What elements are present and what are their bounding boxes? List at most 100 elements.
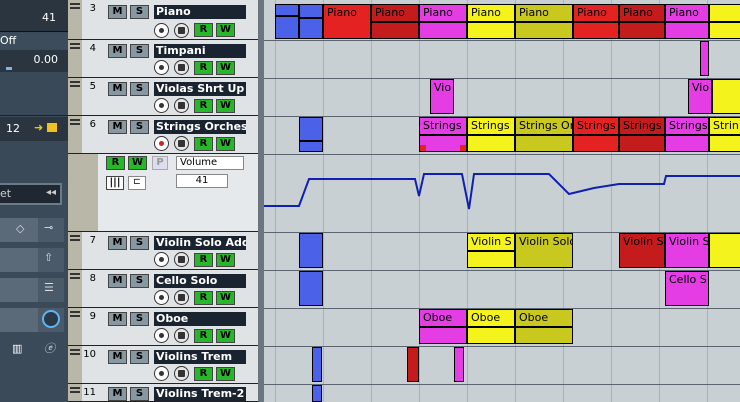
midi-part[interactable] <box>407 347 419 382</box>
track-color-bar[interactable] <box>68 232 82 269</box>
track-handle-icon[interactable] <box>70 119 80 125</box>
inspector-transpose-row[interactable]: 12 ➜ <box>0 117 68 141</box>
midi-part[interactable]: Violin S <box>619 233 665 268</box>
inspector-off-row[interactable]: Off <box>0 33 68 49</box>
record-enable-icon[interactable] <box>154 366 169 381</box>
track-name[interactable]: Violins Trem-2 <box>154 387 246 401</box>
mute-button[interactable]: M <box>108 5 127 19</box>
record-enable-icon[interactable] <box>154 60 169 75</box>
midi-part[interactable]: Piano <box>467 4 515 39</box>
midi-part[interactable]: Oboe <box>515 309 573 344</box>
midi-part[interactable] <box>299 271 323 306</box>
read-button[interactable]: R <box>194 329 213 343</box>
midi-part[interactable] <box>454 347 464 382</box>
monitor-icon[interactable] <box>174 328 189 343</box>
midi-part[interactable] <box>312 385 322 402</box>
track-row[interactable]: 3 M S Piano R W <box>68 0 260 40</box>
track-handle-icon[interactable] <box>70 235 80 241</box>
midi-part[interactable] <box>299 233 323 268</box>
midi-part[interactable] <box>312 347 322 382</box>
mute-button[interactable]: M <box>108 44 127 58</box>
write-button[interactable]: W <box>216 253 235 267</box>
midi-part[interactable]: Violin S <box>467 233 515 268</box>
track-name[interactable]: Timpani <box>154 44 246 58</box>
automation-show-icon[interactable]: ||| <box>106 176 124 190</box>
solo-button[interactable]: S <box>130 5 149 19</box>
solo-button[interactable]: S <box>130 274 149 288</box>
midi-part[interactable]: Vio <box>688 79 712 114</box>
track-color-bar[interactable] <box>68 346 82 383</box>
track-handle-icon[interactable] <box>70 81 80 87</box>
inspector-section-4-btn[interactable] <box>38 308 64 332</box>
track-handle-icon[interactable] <box>70 273 80 279</box>
automation-param-select[interactable]: Volume <box>176 156 244 170</box>
midi-part[interactable]: Strings <box>665 117 709 152</box>
midi-part[interactable] <box>709 4 740 39</box>
midi-part[interactable]: Piano <box>619 4 665 39</box>
track-color-bar[interactable] <box>68 270 82 307</box>
record-enable-icon[interactable] <box>154 328 169 343</box>
arrow-right-icon[interactable]: ➜ <box>34 121 43 134</box>
monitor-icon[interactable] <box>174 366 189 381</box>
inspector-preset-field[interactable]: et ◂◂ <box>0 183 62 205</box>
track-name[interactable]: Violas Shrt Up Dr <box>154 82 246 96</box>
track-name[interactable]: Strings Orchestr <box>154 120 246 134</box>
inspector-section-2-btn[interactable]: ⇧ <box>38 248 64 272</box>
volume-automation-line[interactable] <box>264 173 740 210</box>
midi-part[interactable]: Piano <box>419 4 467 39</box>
record-enable-icon[interactable] <box>154 136 169 151</box>
midi-part[interactable]: Violin S <box>665 233 709 268</box>
inspector-section-5-btn[interactable]: ⓔ <box>38 338 64 362</box>
mute-button[interactable]: M <box>108 82 127 96</box>
record-enable-icon[interactable] <box>154 252 169 267</box>
inspector-section-2[interactable] <box>0 248 38 272</box>
write-button[interactable]: W <box>216 367 235 381</box>
automation-value-field[interactable]: 41 <box>176 174 228 188</box>
write-button[interactable]: W <box>216 61 235 75</box>
mute-button[interactable]: M <box>108 120 127 134</box>
read-button[interactable]: R <box>194 23 213 37</box>
midi-part[interactable]: Strings <box>467 117 515 152</box>
inspector-section-3-btn[interactable]: ☰ <box>38 278 64 302</box>
midi-part[interactable]: Piano <box>573 4 619 39</box>
track-color-bar[interactable] <box>68 40 82 77</box>
write-button[interactable]: W <box>216 291 235 305</box>
read-button[interactable]: R <box>194 291 213 305</box>
mute-button[interactable]: M <box>108 236 127 250</box>
track-row[interactable]: 4 M S Timpani R W <box>68 40 260 78</box>
keyboard-icon[interactable] <box>46 122 58 133</box>
midi-part[interactable]: Strings <box>619 117 665 152</box>
track-name[interactable]: Cello Solo <box>154 274 246 288</box>
midi-part[interactable]: Strings Or <box>515 117 573 152</box>
monitor-icon[interactable] <box>174 290 189 305</box>
track-handle-icon[interactable] <box>70 43 80 49</box>
track-name[interactable]: Piano <box>154 5 246 19</box>
monitor-icon[interactable] <box>174 136 189 151</box>
midi-part[interactable]: Piano <box>665 4 709 39</box>
read-button[interactable]: R <box>194 61 213 75</box>
inspector-volume-row[interactable]: 41 <box>0 0 68 32</box>
inspector-section-1-btn[interactable]: ⊸ <box>38 218 64 242</box>
mute-button[interactable]: M <box>108 387 127 401</box>
lock-icon[interactable]: ⊏ <box>128 176 146 190</box>
track-color-bar[interactable] <box>68 0 82 39</box>
read-button[interactable]: R <box>194 253 213 267</box>
midi-part[interactable]: Oboe <box>467 309 515 344</box>
track-handle-icon[interactable] <box>70 349 80 355</box>
automation-read-button[interactable]: R <box>106 156 125 170</box>
solo-button[interactable]: S <box>130 120 149 134</box>
arrange-window[interactable]: Piano Piano Piano Piano Piano Piano Pian… <box>264 0 740 402</box>
mute-button[interactable]: M <box>108 312 127 326</box>
track-row[interactable]: 6 M S Strings Orchestr R W <box>68 116 260 154</box>
inspector-section-5[interactable]: ▥ <box>0 338 38 362</box>
solo-button[interactable]: S <box>130 387 149 401</box>
midi-part[interactable]: Cello S <box>665 271 709 306</box>
write-button[interactable]: W <box>216 329 235 343</box>
automation-subtrack[interactable]: R W P Volume ||| ⊏ 41 <box>68 154 260 232</box>
solo-button[interactable]: S <box>130 236 149 250</box>
track-color-bar[interactable] <box>68 384 82 401</box>
track-row[interactable]: 11 M S Violins Trem-2 <box>68 384 260 402</box>
automation-curve[interactable] <box>264 154 740 232</box>
track-name[interactable]: Violins Trem <box>154 350 246 364</box>
midi-part[interactable]: Piano <box>371 4 419 39</box>
